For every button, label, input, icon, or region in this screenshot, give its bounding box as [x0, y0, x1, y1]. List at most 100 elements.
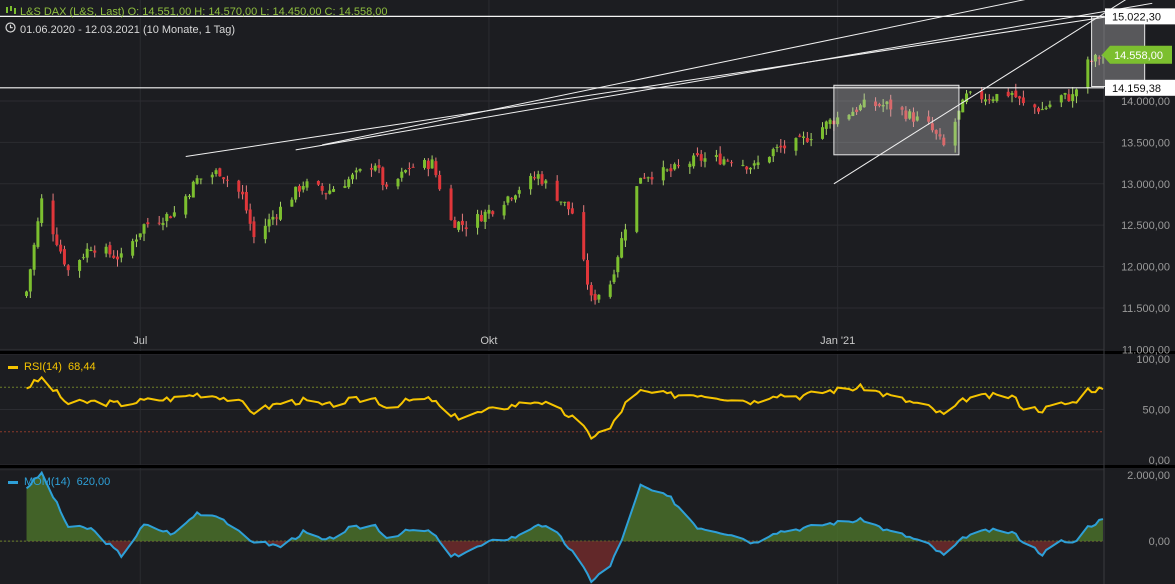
time-axis-tick-label: Okt [480, 335, 497, 347]
candle-body [89, 250, 92, 251]
rsi-axis-tick-label: 50,00 [1142, 405, 1170, 417]
time-axis-tick-label: Jan '21 [820, 335, 855, 347]
candle-body [302, 186, 305, 190]
candle-body [188, 196, 191, 197]
candle-body [355, 170, 358, 172]
mom-axis-tick-label: 0,00 [1149, 536, 1170, 548]
candle-body [726, 161, 729, 162]
candle-body [825, 122, 828, 129]
candle-body [1064, 93, 1067, 95]
candle-body [514, 195, 517, 199]
mom-axis-tick-label: 2.000,00 [1127, 470, 1170, 482]
candle-body [184, 196, 187, 214]
candle-body [423, 160, 426, 168]
candle-body [370, 168, 373, 170]
candle-body [1018, 96, 1021, 98]
candle-body [412, 167, 415, 168]
candle-body [768, 157, 771, 163]
candle-body [635, 186, 638, 232]
clock-icon [5, 22, 16, 36]
candle-body [93, 251, 96, 253]
candle-body [218, 168, 221, 176]
candle-body [237, 181, 240, 192]
candle-body [719, 154, 722, 165]
candle-body [783, 146, 786, 149]
candle-body [396, 179, 399, 186]
candle-body [700, 154, 703, 161]
candle-body [529, 176, 532, 189]
candle-body [67, 265, 70, 270]
candle-body [715, 155, 718, 157]
candle-body [776, 147, 779, 148]
price-axis-tick-label: 12.000,00 [1121, 262, 1170, 274]
candle-body [582, 212, 585, 259]
candle-body [1048, 105, 1051, 107]
time-axis-tick-label: Jul [133, 335, 147, 347]
candle-body [533, 177, 536, 178]
candle-body [969, 92, 972, 93]
candle-body [476, 214, 479, 228]
date-range-text: 01.06.2020 - 12.03.2021 (10 Monate, 1 Ta… [20, 24, 235, 36]
candle-body [105, 247, 108, 254]
mom-label: MOM(14) [24, 476, 70, 488]
candle-body [222, 177, 225, 179]
price-axis-tick-label: 13.500,00 [1121, 137, 1170, 149]
chart-canvas[interactable]: 15.022,3014.159,3814.558,0011.000,0011.5… [0, 0, 1175, 584]
candle-body [359, 169, 362, 171]
candle-body [730, 162, 733, 163]
candle-body [597, 295, 600, 300]
candle-body [192, 182, 195, 198]
candle-body [173, 212, 176, 216]
candle-body [506, 196, 509, 202]
candle-body [741, 165, 744, 166]
candle-body [161, 223, 164, 225]
candle-body [1067, 94, 1070, 101]
candle-body [620, 238, 623, 258]
mom-legend: MOM(14) 620,00 [8, 476, 110, 488]
candle-body [829, 120, 832, 124]
candle-body [662, 167, 665, 180]
candle-body [381, 167, 384, 185]
candle-body [328, 190, 331, 193]
candle-body [647, 177, 650, 178]
candle-body [559, 202, 562, 203]
candle-body [332, 189, 335, 192]
candle-body [779, 146, 782, 148]
candle-body [139, 233, 142, 237]
candle-body [450, 188, 453, 220]
candle-body [245, 192, 248, 210]
candle-body [988, 99, 991, 100]
candle-body [146, 222, 149, 224]
candle-body [264, 226, 267, 239]
candle-body [226, 180, 229, 181]
candle-body [427, 161, 430, 169]
candle-body [992, 99, 995, 101]
candle-body [29, 269, 32, 291]
candle-body [1060, 95, 1063, 102]
mom-value: 620,00 [77, 476, 111, 488]
candle-body [1075, 89, 1078, 96]
price-axis-tick-label: 12.500,00 [1121, 220, 1170, 232]
candle-body [143, 224, 146, 234]
date-range-header: 01.06.2020 - 12.03.2021 (10 Monate, 1 Ta… [5, 22, 235, 36]
candle-body [669, 168, 672, 171]
candle-body [722, 159, 725, 164]
candle-body [196, 178, 199, 184]
candle-body [290, 200, 293, 207]
candle-body [343, 186, 346, 188]
candle-body [465, 227, 468, 229]
candle-body [169, 216, 172, 218]
candle-body [704, 158, 707, 162]
candle-body [586, 260, 589, 285]
candle-body [25, 292, 28, 297]
price-axis-tick-label: 11.500,00 [1122, 303, 1170, 315]
candle-body [1011, 93, 1014, 95]
candle-body [268, 219, 271, 226]
rsi-swatch-icon [8, 366, 18, 369]
candle-body [556, 181, 559, 201]
candle-body [1007, 92, 1010, 96]
candle-body [461, 221, 464, 225]
candle-body [63, 249, 66, 264]
candle-body [294, 187, 297, 200]
candle-body [116, 257, 119, 260]
